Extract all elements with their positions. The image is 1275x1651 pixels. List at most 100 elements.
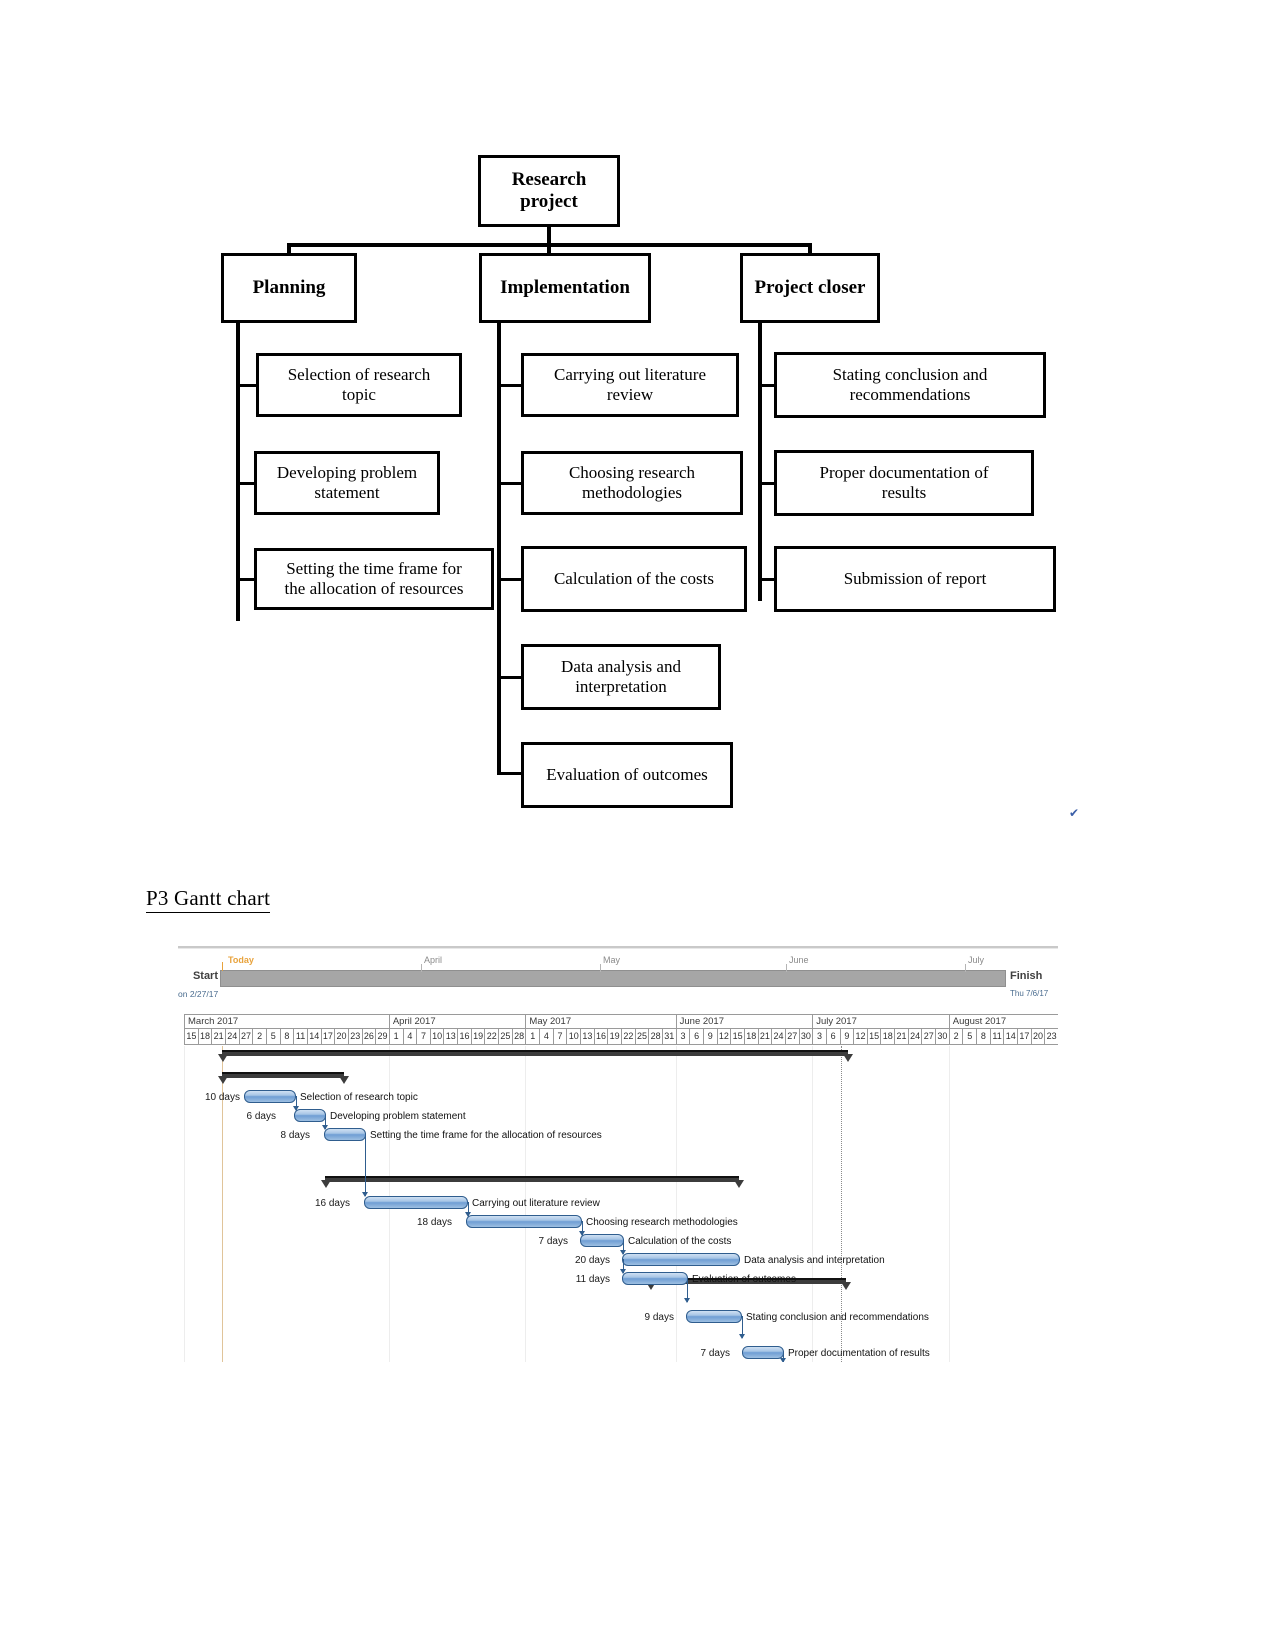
- timeline-month-label-may: May: [603, 955, 621, 965]
- date-tick: 31: [661, 1029, 676, 1044]
- date-tick: 13: [443, 1029, 457, 1044]
- date-tick: 4: [539, 1029, 553, 1044]
- task-label-3: Setting the time frame for the allocatio…: [370, 1130, 602, 1141]
- date-scale-month: May 2017: [525, 1015, 675, 1029]
- date-tick: 24: [224, 1029, 239, 1044]
- org-task-developing-problem-statement: Developing problem statement: [254, 451, 440, 515]
- connector-closer-spine: [758, 323, 762, 601]
- connector-impl-stub-3: [497, 578, 523, 581]
- task-duration-5: 18 days: [416, 1217, 452, 1228]
- org-node-root: Research project: [478, 155, 620, 227]
- task-duration-8: 11 days: [575, 1274, 610, 1285]
- task-label-8: Evaluation of outcomes: [692, 1274, 796, 1285]
- summary-cap-project-start: [218, 1054, 228, 1062]
- date-tick: 15: [730, 1029, 744, 1044]
- connector-implementation-spine: [497, 323, 501, 775]
- date-tick: 7: [552, 1029, 567, 1044]
- date-tick: 26: [361, 1029, 376, 1044]
- date-tick: 29: [375, 1029, 389, 1044]
- task-bar-5: [466, 1215, 582, 1228]
- date-tick: 23: [1044, 1029, 1058, 1044]
- summary-cap-planning-start: [218, 1076, 228, 1084]
- timeline-month-label-june: June: [789, 955, 809, 965]
- date-tick: 22: [484, 1029, 498, 1044]
- task-duration-9: 9 days: [644, 1312, 674, 1323]
- link-arrow-8-9: [684, 1298, 690, 1303]
- date-tick: 27: [238, 1029, 253, 1044]
- date-tick: 5: [962, 1029, 976, 1044]
- date-tick: 3: [812, 1029, 826, 1044]
- task-label-9: Stating conclusion and recommendations: [746, 1312, 929, 1323]
- link-arrow-9-10: [739, 1334, 745, 1339]
- date-tick: 16: [593, 1029, 608, 1044]
- date-scale-month: March 2017: [184, 1015, 389, 1029]
- date-tick: 11: [989, 1029, 1004, 1044]
- date-tick: 21: [894, 1029, 908, 1044]
- stray-mark: ✔: [1069, 806, 1080, 820]
- org-task-proper-documentation-of-results: Proper documentation of results: [774, 450, 1034, 516]
- connector-planning-spine: [236, 323, 240, 621]
- task-duration-10: 7 days: [700, 1348, 730, 1359]
- date-tick: 25: [498, 1029, 512, 1044]
- task-bar-7: [622, 1253, 740, 1266]
- date-tick: 28: [648, 1029, 662, 1044]
- connector-impl-stub-1: [497, 384, 523, 387]
- date-scale-month: April 2017: [388, 1015, 526, 1029]
- page-title: P3 Gantt chart: [146, 886, 271, 913]
- summary-cap-closer-end: [841, 1282, 851, 1290]
- timeline-start-date: on 2/27/17: [178, 989, 219, 999]
- timeline-month-tick-may: [600, 964, 601, 972]
- timeline-start-label: Start: [192, 970, 218, 982]
- timeline-month-tick-april: [421, 964, 422, 972]
- date-tick: 23: [347, 1029, 362, 1044]
- date-tick: 6: [689, 1029, 703, 1044]
- connector-impl-stub-4: [497, 676, 523, 679]
- grid-line: [948, 1046, 950, 1362]
- timeline-today-label: Today: [228, 955, 254, 965]
- task-bar-4: [364, 1196, 468, 1209]
- date-tick: 24: [907, 1029, 922, 1044]
- task-bar-9: [686, 1310, 742, 1323]
- task-label-6: Calculation of the costs: [628, 1236, 732, 1247]
- org-node-implementation: Implementation: [479, 253, 651, 323]
- date-tick: 19: [470, 1029, 485, 1044]
- org-task-selection-of-research-topic: Selection of research topic: [256, 353, 462, 417]
- date-tick: 17: [1017, 1029, 1031, 1044]
- date-tick: 15: [184, 1029, 198, 1044]
- timeline-month-tick-july: [965, 964, 966, 972]
- date-tick: 4: [402, 1029, 417, 1044]
- date-scale-month: August 2017: [948, 1015, 1058, 1029]
- date-tick: 16: [457, 1029, 471, 1044]
- date-tick: 21: [211, 1029, 225, 1044]
- date-tick: 12: [853, 1029, 867, 1044]
- date-tick: 3: [675, 1029, 690, 1044]
- task-bar-8: [622, 1272, 688, 1285]
- gantt-top-rule-2: [178, 948, 1058, 949]
- summary-cap-implementation-end: [734, 1180, 744, 1188]
- date-tick: 20: [1030, 1029, 1045, 1044]
- date-scale-month: June 2017: [675, 1015, 813, 1029]
- date-tick: 9: [702, 1029, 717, 1044]
- org-node-project-closer: Project closer: [740, 253, 880, 323]
- date-tick: 30: [798, 1029, 813, 1044]
- org-chart: Research project Planning Implementation…: [0, 0, 1275, 860]
- date-tick: 24: [771, 1029, 785, 1044]
- date-tick: 2: [252, 1029, 266, 1044]
- summary-cap-implementation-start: [321, 1180, 331, 1188]
- task-label-5: Choosing research methodologies: [586, 1217, 738, 1228]
- task-duration-1: 10 days: [204, 1092, 240, 1103]
- task-duration-2: 6 days: [246, 1111, 276, 1122]
- task-bar-10: [742, 1346, 784, 1359]
- date-tick: 25: [634, 1029, 649, 1044]
- org-task-calculation-of-the-costs: Calculation of the costs: [521, 546, 747, 612]
- task-label-1: Selection of research topic: [300, 1092, 418, 1103]
- date-tick: 1: [525, 1029, 539, 1044]
- timeline-month-label-july: July: [968, 955, 985, 965]
- date-tick: 8: [279, 1029, 294, 1044]
- date-tick: 14: [306, 1029, 321, 1044]
- link-arrow-10-11: [780, 1358, 786, 1362]
- connector-impl-stub-5: [497, 772, 523, 775]
- date-tick: 10: [566, 1029, 580, 1044]
- task-bar-1: [244, 1090, 296, 1103]
- timeline-month-label-april: April: [424, 955, 443, 965]
